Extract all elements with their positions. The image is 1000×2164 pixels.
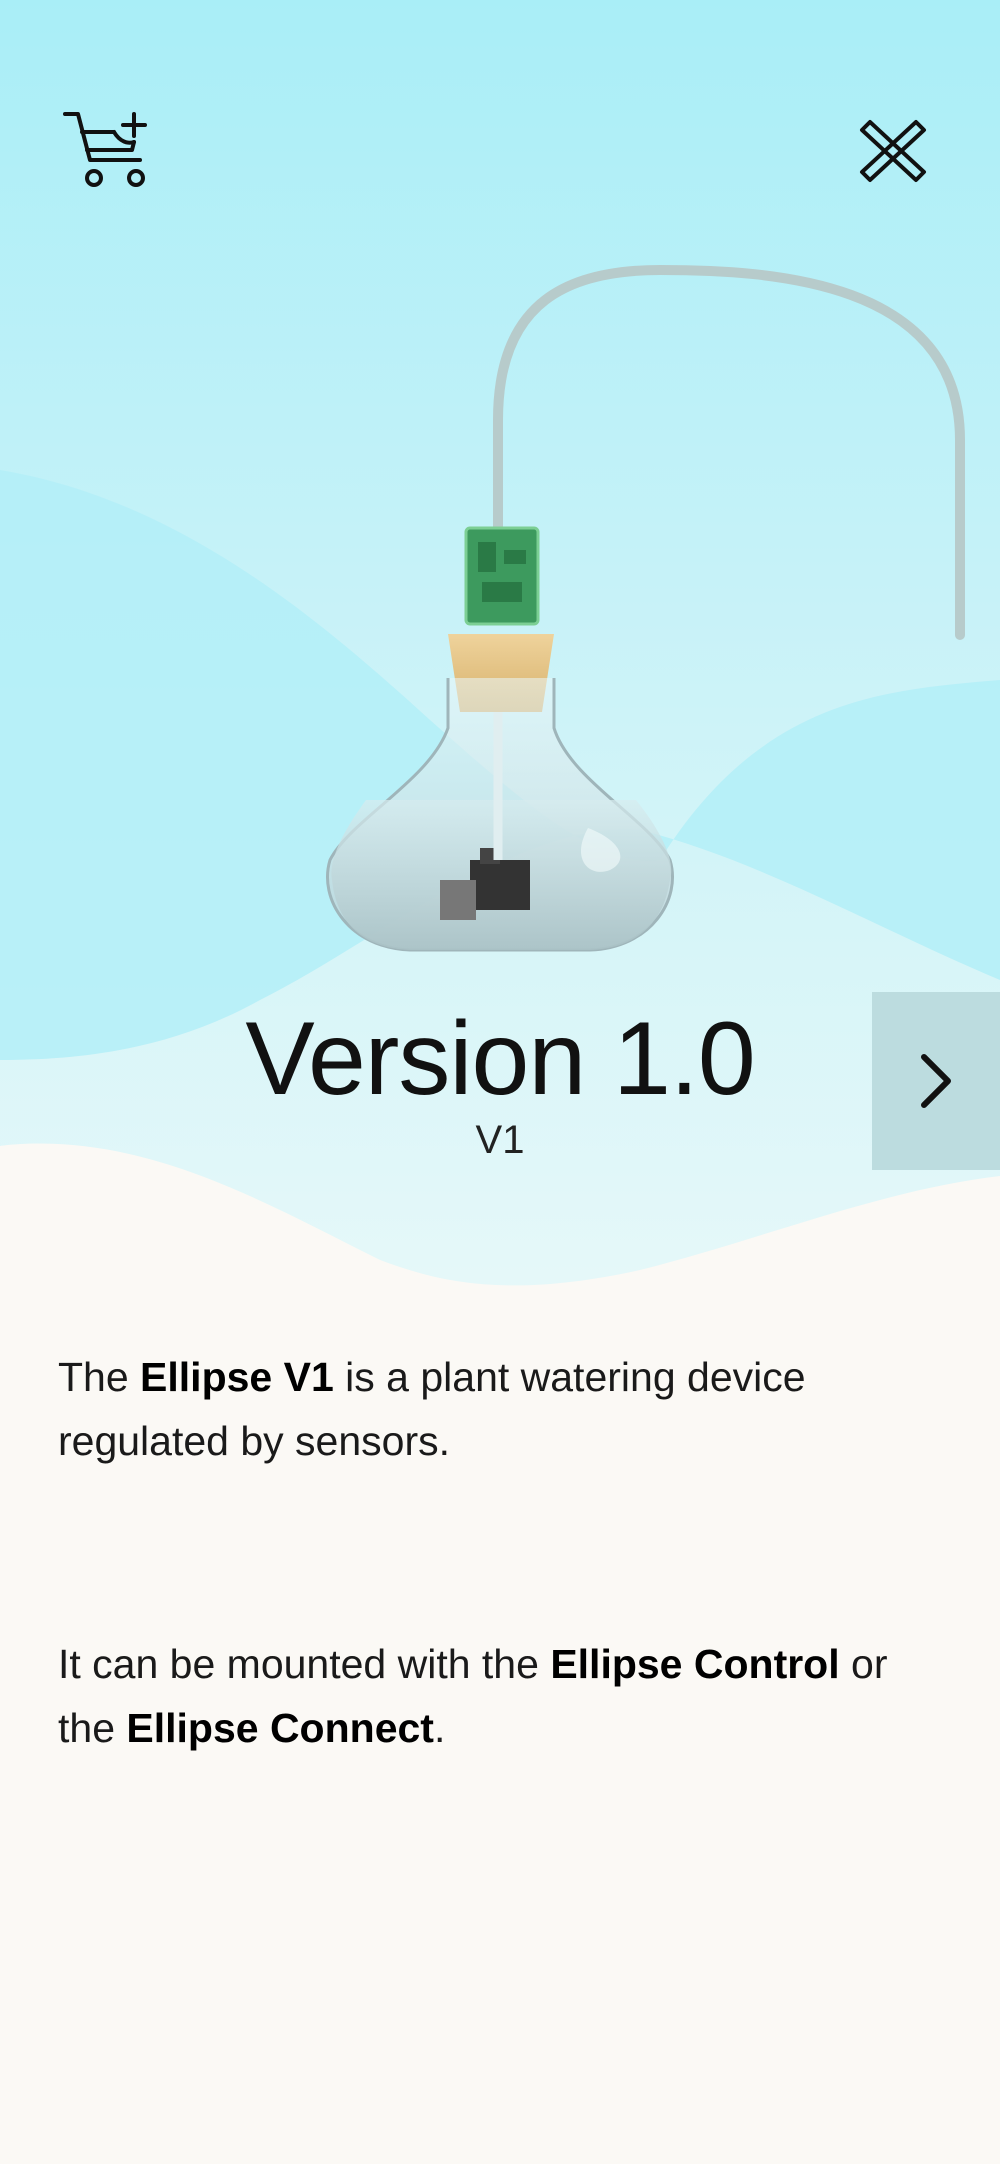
description-text: . xyxy=(433,1705,446,1751)
description-text: The xyxy=(58,1354,141,1400)
add-to-cart-icon[interactable] xyxy=(62,108,154,192)
product-name-emphasis: Ellipse V1 xyxy=(140,1354,334,1400)
product-title: Version 1.0 xyxy=(245,1001,755,1117)
product-name-emphasis: Ellipse Control xyxy=(550,1641,840,1687)
description-paragraph-1: The Ellipse V1 is a plant watering devic… xyxy=(58,1345,938,1473)
next-button[interactable] xyxy=(872,992,1000,1170)
product-name-emphasis: Ellipse Connect xyxy=(126,1705,434,1751)
product-version-label: V1 xyxy=(475,1118,525,1162)
chevron-right-icon xyxy=(921,1054,951,1108)
close-icon[interactable] xyxy=(856,116,930,186)
description-paragraph-2: It can be mounted with the Ellipse Contr… xyxy=(58,1632,938,1760)
hero-section: Version 1.0 V1 xyxy=(0,0,1000,1300)
description-text: It can be mounted with the xyxy=(58,1641,551,1687)
product-image xyxy=(326,264,965,952)
